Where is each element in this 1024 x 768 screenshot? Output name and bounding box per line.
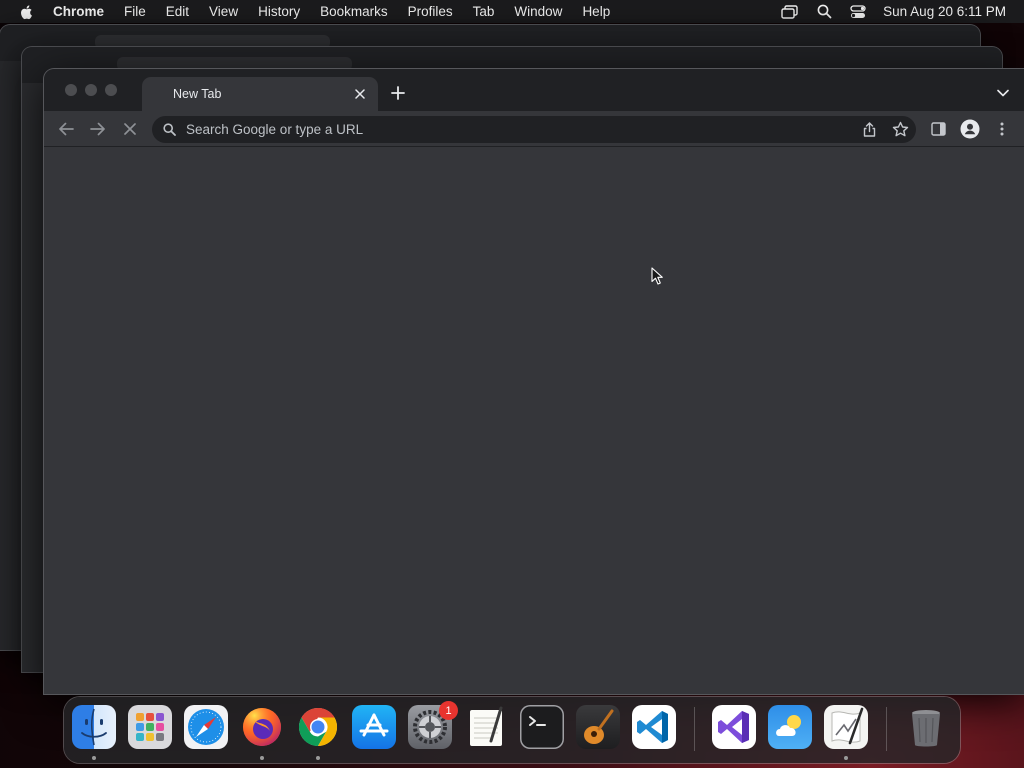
finder-icon[interactable] — [72, 705, 116, 749]
omnibox-address-bar[interactable]: Search Google or type a URL — [152, 116, 916, 143]
tab-new-tab[interactable]: New Tab — [142, 77, 378, 111]
close-window-button[interactable] — [65, 84, 77, 96]
trash-icon[interactable] — [904, 705, 948, 749]
tab-strip: New Tab — [44, 69, 1024, 111]
screen-mirroring-icon[interactable] — [781, 3, 799, 21]
close-tab-icon[interactable] — [352, 86, 368, 102]
menu-bookmarks[interactable]: Bookmarks — [320, 4, 388, 19]
menu-bar: Chrome File Edit View History Bookmarks … — [0, 0, 1024, 23]
menu-edit[interactable]: Edit — [166, 4, 189, 19]
textedit-icon[interactable] — [464, 705, 508, 749]
menu-bar-clock[interactable]: Sun Aug 20 6:11 PM — [883, 4, 1006, 19]
dock — [64, 697, 960, 763]
system-settings-notification-badge: 1 — [439, 701, 458, 720]
firefox-icon[interactable] — [240, 705, 284, 749]
zoom-window-button[interactable] — [105, 84, 117, 96]
more-menu-vertical-dots-icon[interactable] — [992, 119, 1012, 139]
mouse-pointer-icon — [651, 267, 663, 285]
side-panel-icon[interactable] — [928, 119, 948, 139]
dock-separator — [886, 707, 887, 751]
chrome-running-indicator — [316, 756, 320, 760]
share-icon[interactable] — [862, 122, 877, 137]
control-center-icon[interactable] — [849, 3, 867, 21]
menu-help[interactable]: Help — [582, 4, 610, 19]
vscode-icon[interactable] — [632, 705, 676, 749]
apple-menu-icon[interactable] — [19, 4, 35, 20]
page-content-area[interactable] — [44, 148, 1024, 694]
new-tab-plus-icon[interactable] — [389, 84, 407, 102]
profile-avatar-icon[interactable] — [960, 119, 980, 139]
launchpad-icon[interactable] — [128, 705, 172, 749]
finder-running-indicator — [92, 756, 96, 760]
tab-search-chevron-down-icon[interactable] — [996, 86, 1010, 100]
menu-profiles[interactable]: Profiles — [408, 4, 453, 19]
firefox-running-indicator — [260, 756, 264, 760]
dock-separator — [694, 707, 695, 751]
back-arrow-icon[interactable] — [56, 119, 76, 139]
script-editor-running-indicator — [844, 756, 848, 760]
menu-app-name[interactable]: Chrome — [53, 4, 104, 19]
app-store-icon[interactable] — [352, 705, 396, 749]
chrome-icon[interactable] — [296, 705, 340, 749]
visual-studio-icon[interactable] — [712, 705, 756, 749]
safari-icon[interactable] — [184, 705, 228, 749]
script-editor-icon[interactable] — [824, 705, 868, 749]
spotlight-search-icon[interactable] — [815, 3, 833, 21]
tab-title: New Tab — [173, 87, 222, 101]
menu-window[interactable]: Window — [514, 4, 562, 19]
forward-arrow-icon[interactable] — [88, 119, 108, 139]
stop-loading-x-icon[interactable] — [120, 119, 140, 139]
terminal-icon[interactable] — [520, 705, 564, 749]
browser-toolbar: Search Google or type a URL — [44, 111, 1024, 147]
menu-file[interactable]: File — [124, 4, 146, 19]
search-icon — [163, 123, 176, 136]
menu-history[interactable]: History — [258, 4, 300, 19]
omnibox-placeholder: Search Google or type a URL — [186, 122, 364, 137]
menu-tab[interactable]: Tab — [473, 4, 495, 19]
menu-view[interactable]: View — [209, 4, 238, 19]
garageband-icon[interactable] — [576, 705, 620, 749]
weather-icon[interactable] — [768, 705, 812, 749]
bookmark-star-icon[interactable] — [892, 121, 909, 138]
chrome-window: New Tab Search Google or type a URL — [44, 69, 1024, 694]
minimize-window-button[interactable] — [85, 84, 97, 96]
